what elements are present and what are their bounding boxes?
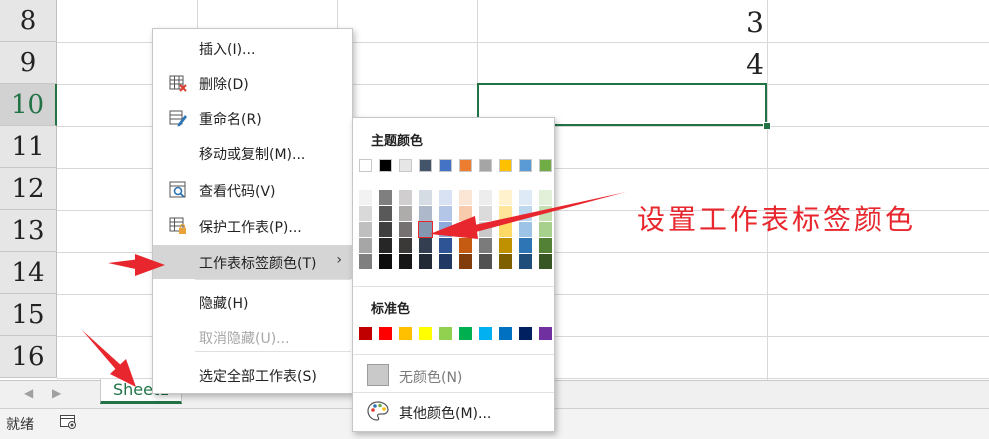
arrow-to-menu-item-icon: [108, 254, 165, 276]
annotation-arrows: [82, 192, 626, 387]
arrow-to-sheet-tab-icon: [82, 330, 136, 387]
arrow-to-color-icon: [430, 192, 626, 239]
